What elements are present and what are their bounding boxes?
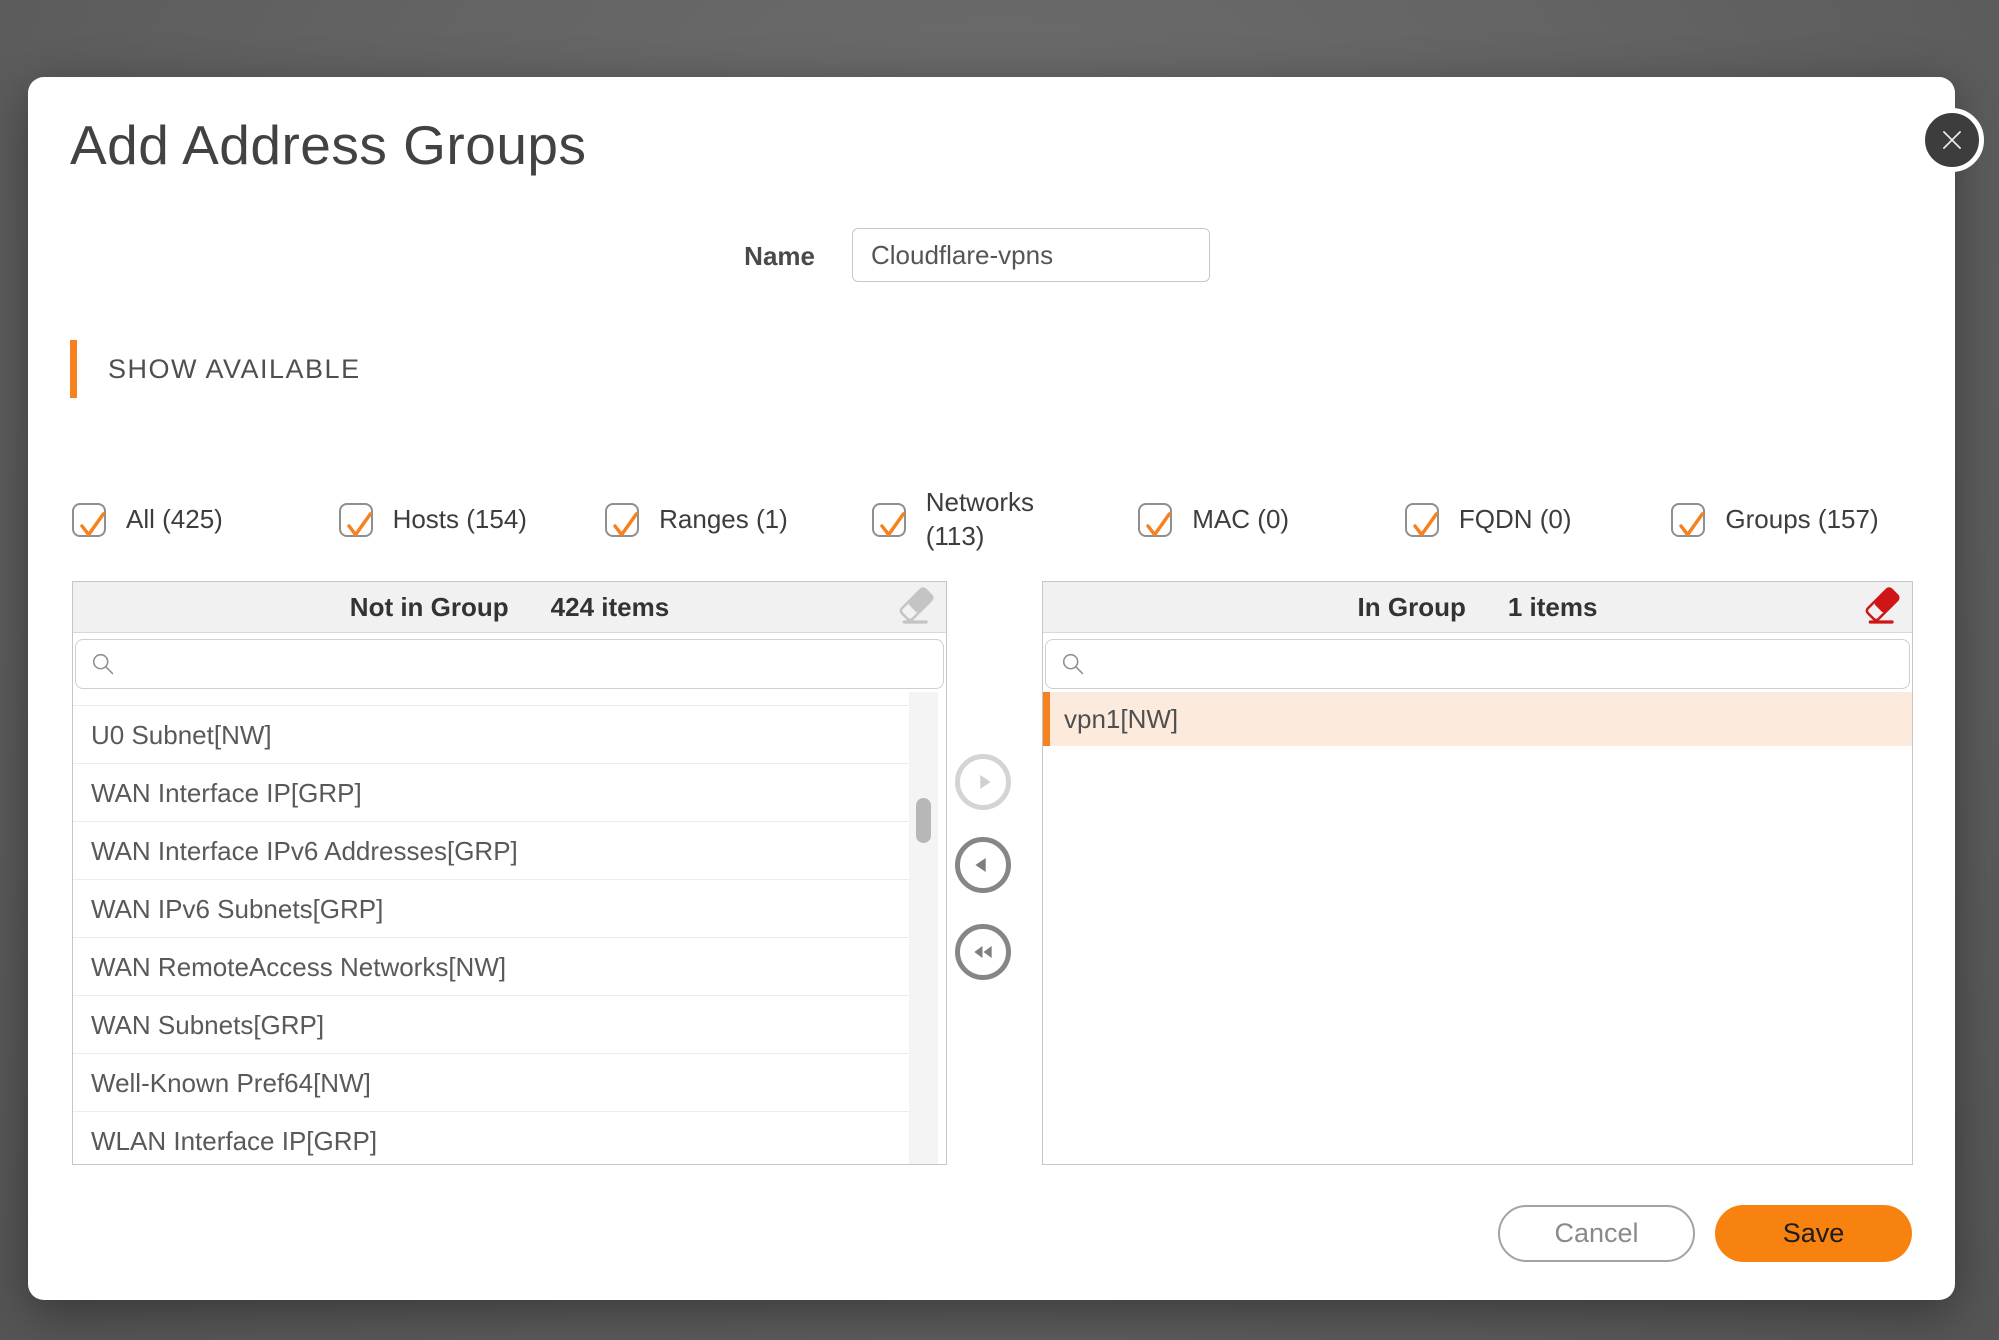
checkbox-checked-icon[interactable] bbox=[1405, 503, 1439, 537]
save-button[interactable]: Save bbox=[1715, 1205, 1912, 1262]
type-filter-label: Groups (157) bbox=[1725, 503, 1878, 537]
address-object-item[interactable]: Well-Known Pref64[NW] bbox=[73, 1054, 912, 1112]
type-filter-checkbox[interactable]: FQDN (0) bbox=[1405, 503, 1672, 537]
close-button[interactable] bbox=[1920, 108, 1984, 172]
search-icon bbox=[1060, 651, 1087, 678]
checkbox-checked-icon[interactable] bbox=[1671, 503, 1705, 537]
in-group-panel: In Group 1 items bbox=[1042, 581, 1913, 1165]
type-filter-row: All (425) Hosts (154) Ranges (1) bbox=[72, 465, 1938, 575]
type-filter-label: All (425) bbox=[126, 503, 223, 537]
group-name-input[interactable] bbox=[852, 228, 1210, 282]
type-filter-label: Networks (113) bbox=[926, 486, 1066, 554]
checkbox-checked-icon[interactable] bbox=[605, 503, 639, 537]
clear-selection-button[interactable] bbox=[896, 587, 936, 627]
checkbox-checked-icon[interactable] bbox=[1138, 503, 1172, 537]
type-filter-label: FQDN (0) bbox=[1459, 503, 1572, 537]
eraser-icon bbox=[896, 587, 936, 627]
address-object-item[interactable]: U0 Subnet[NW] bbox=[73, 706, 912, 764]
not-in-group-count: 424 items bbox=[551, 592, 670, 623]
type-filter-label: Ranges (1) bbox=[659, 503, 788, 537]
in-group-list: vpn1[NW] bbox=[1043, 692, 1912, 1164]
cancel-button[interactable]: Cancel bbox=[1498, 1205, 1695, 1262]
in-group-header: In Group 1 items bbox=[1043, 582, 1912, 633]
checkbox-checked-icon[interactable] bbox=[72, 503, 106, 537]
type-filter-checkbox[interactable]: MAC (0) bbox=[1138, 503, 1405, 537]
type-filter-checkbox[interactable]: Hosts (154) bbox=[339, 503, 606, 537]
address-object-item[interactable]: WAN RemoteAccess Networks[NW] bbox=[73, 938, 912, 996]
not-in-group-panel: Not in Group 424 items bbox=[72, 581, 947, 1165]
not-in-group-search bbox=[75, 639, 944, 689]
dialog-title: Add Address Groups bbox=[70, 113, 587, 177]
not-in-group-search-input[interactable] bbox=[127, 639, 929, 689]
in-group-count: 1 items bbox=[1508, 592, 1598, 623]
in-group-search-input[interactable] bbox=[1097, 639, 1895, 689]
not-in-group-header: Not in Group 424 items bbox=[73, 582, 946, 633]
in-group-search bbox=[1045, 639, 1910, 689]
clear-group-button[interactable] bbox=[1862, 587, 1902, 627]
type-filter-checkbox[interactable]: Groups (157) bbox=[1671, 503, 1938, 537]
type-filter-label: MAC (0) bbox=[1192, 503, 1289, 537]
close-icon bbox=[1937, 125, 1967, 155]
scrollbar-thumb[interactable] bbox=[916, 798, 931, 843]
add-address-groups-dialog: Add Address Groups Name SHOW AVAILABLE A… bbox=[28, 77, 1955, 1300]
remove-all-from-group-button[interactable] bbox=[955, 924, 1011, 980]
checkbox-checked-icon[interactable] bbox=[339, 503, 373, 537]
screen: Add Address Groups Name SHOW AVAILABLE A… bbox=[0, 0, 1999, 1340]
group-member-item-selected[interactable]: vpn1[NW] bbox=[1043, 692, 1912, 746]
name-label: Name bbox=[548, 241, 815, 272]
not-in-group-list: U0 Subnet[NW]WAN Interface IP[GRP]WAN In… bbox=[73, 692, 946, 1164]
type-filter-checkbox[interactable]: Ranges (1) bbox=[605, 503, 872, 537]
partial-row bbox=[73, 692, 912, 706]
remove-from-group-button[interactable] bbox=[955, 837, 1011, 893]
not-in-group-title: Not in Group bbox=[350, 592, 509, 623]
type-filter-checkbox[interactable]: Networks (113) bbox=[872, 486, 1139, 554]
section-accent-bar bbox=[70, 340, 77, 398]
address-object-item[interactable]: WLAN Interface IP[GRP] bbox=[73, 1112, 912, 1164]
type-filter-label: Hosts (154) bbox=[393, 503, 527, 537]
arrow-left-icon bbox=[970, 852, 996, 878]
address-object-item[interactable]: WAN Interface IP[GRP] bbox=[73, 764, 912, 822]
move-to-group-button[interactable] bbox=[955, 754, 1011, 810]
in-group-title: In Group bbox=[1358, 592, 1466, 623]
checkbox-checked-icon[interactable] bbox=[872, 503, 906, 537]
address-object-item[interactable]: WAN Interface IPv6 Addresses[GRP] bbox=[73, 822, 912, 880]
eraser-red-icon bbox=[1862, 587, 1902, 627]
type-filter-checkbox[interactable]: All (425) bbox=[72, 503, 339, 537]
double-arrow-left-icon bbox=[970, 939, 996, 965]
search-icon bbox=[90, 651, 117, 678]
address-object-item[interactable]: WAN IPv6 Subnets[GRP] bbox=[73, 880, 912, 938]
address-object-item[interactable]: WAN Subnets[GRP] bbox=[73, 996, 912, 1054]
scrollbar-track[interactable] bbox=[909, 692, 938, 1164]
arrow-right-icon bbox=[970, 769, 996, 795]
show-available-title: SHOW AVAILABLE bbox=[108, 340, 361, 398]
